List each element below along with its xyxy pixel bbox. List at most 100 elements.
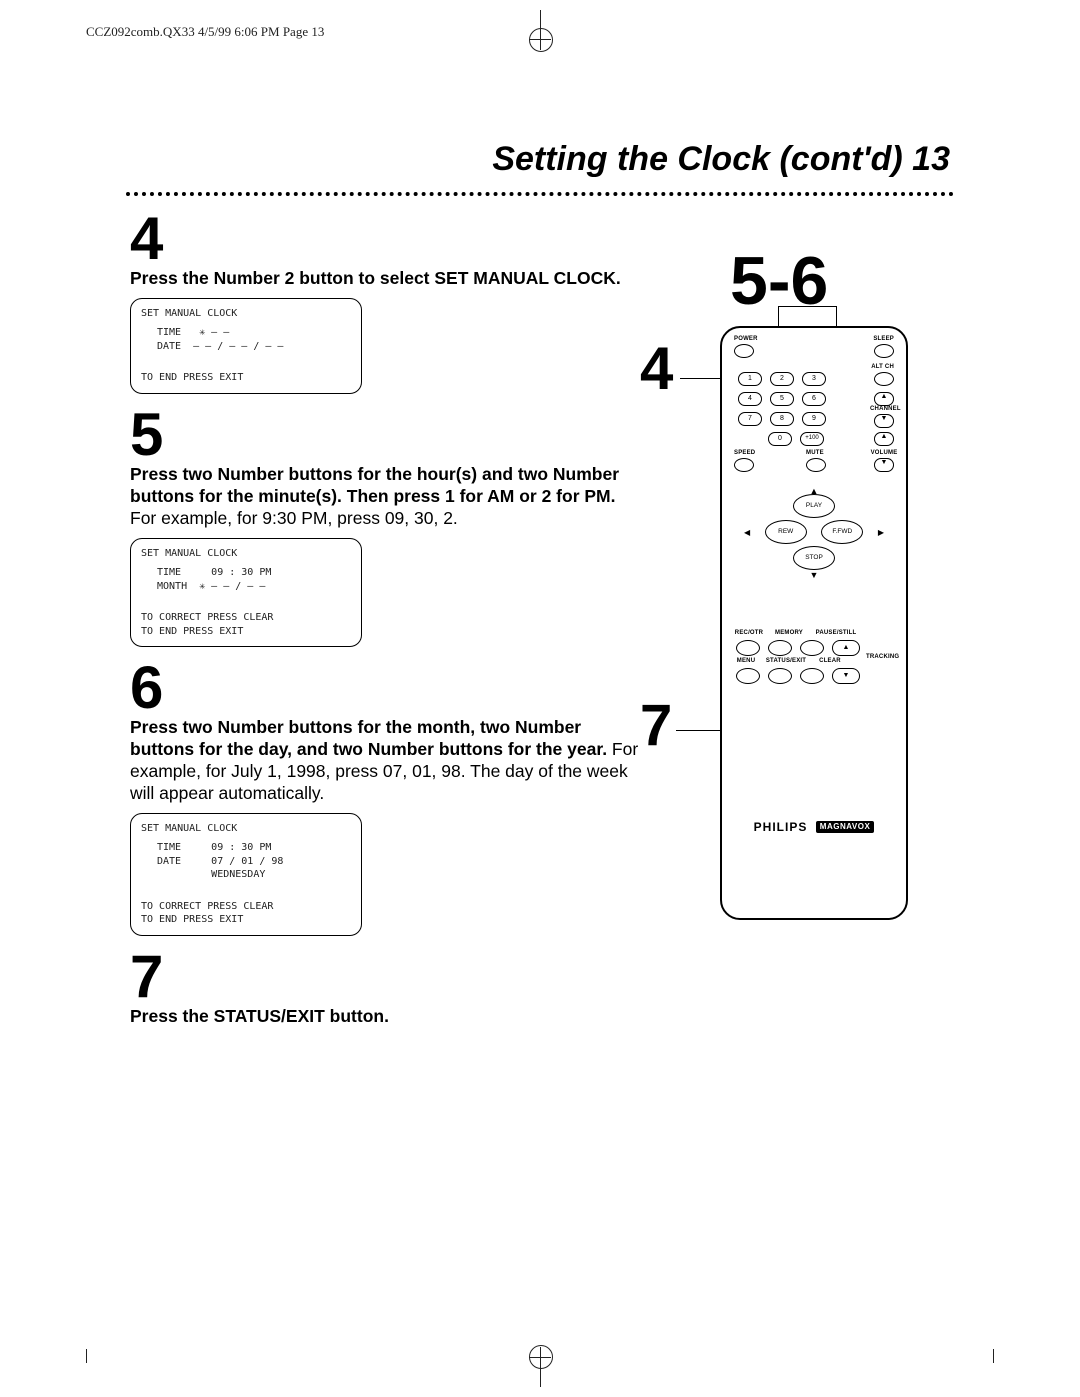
step-number: 5 <box>130 408 640 462</box>
lcd-title: SET MANUAL CLOCK <box>141 307 351 321</box>
left-arrow-icon: ◀ <box>744 528 750 537</box>
label-volume: VOLUME <box>870 450 898 456</box>
step-number: 4 <box>130 212 640 266</box>
play-button[interactable]: PLAY <box>793 494 835 518</box>
status-exit-button[interactable] <box>768 668 792 684</box>
label-mute: MUTE <box>806 450 824 456</box>
steps-column: 4 Press the Number 2 button to select SE… <box>130 212 640 1027</box>
sleep-button[interactable] <box>874 344 894 358</box>
num-8[interactable]: 8 <box>770 412 794 426</box>
step-instruction: Press two Number buttons for the month, … <box>130 717 640 805</box>
rew-button[interactable]: REW <box>765 520 807 544</box>
dotted-rule <box>126 192 954 196</box>
leader-line <box>778 306 836 307</box>
num-9[interactable]: 9 <box>802 412 826 426</box>
menu-button[interactable] <box>736 668 760 684</box>
remote-diagram: 4 5-6 7 POWER SLEEP ALT CH 1 2 3 4 5 <box>640 232 970 952</box>
num-2[interactable]: 2 <box>770 372 794 386</box>
callout-56: 5-6 <box>730 242 828 320</box>
num-row-4: 0 +100 <box>768 432 824 446</box>
label-statusexit: STATUS/EXIT <box>764 658 808 664</box>
power-button[interactable] <box>734 344 754 358</box>
num-5[interactable]: 5 <box>770 392 794 406</box>
crop-tick-left <box>86 1349 87 1363</box>
transport-cluster: ▲ PLAY ◀ REW F.FWD ▶ STOP ▼ <box>744 572 884 636</box>
crop-mark-top <box>531 10 549 54</box>
lcd-line: WEDNESDAY <box>141 868 351 882</box>
step-number: 6 <box>130 661 640 715</box>
lcd-line: TIME ✳ – – <box>141 326 351 340</box>
label-channel: CHANNEL <box>870 406 898 412</box>
lcd-line: TIME 09 : 30 PM <box>141 841 351 855</box>
step-bold: Press the Number 2 button to select SET … <box>130 268 621 288</box>
remote-control: POWER SLEEP ALT CH 1 2 3 4 5 6 ▲ CHANNEL… <box>720 326 908 920</box>
stop-button[interactable]: STOP <box>793 546 835 570</box>
mute-button[interactable] <box>806 458 826 472</box>
vol-down-button[interactable]: ▼ <box>874 458 894 472</box>
pause-still-button[interactable] <box>800 640 824 656</box>
num-6[interactable]: 6 <box>802 392 826 406</box>
num-4[interactable]: 4 <box>738 392 762 406</box>
label-tracking: TRACKING <box>866 654 898 660</box>
lcd-display-4: SET MANUAL CLOCK TIME ✳ – – DATE – – / –… <box>130 298 362 394</box>
label-speed: SPEED <box>734 450 755 456</box>
rec-otr-button[interactable] <box>736 640 760 656</box>
step-instruction: Press the Number 2 button to select SET … <box>130 268 640 290</box>
lcd-footer: TO CORRECT PRESS CLEAR TO END PRESS EXIT <box>141 611 351 638</box>
step-number: 7 <box>130 950 640 1004</box>
clear-button[interactable] <box>800 668 824 684</box>
step-5: 5 Press two Number buttons for the hour(… <box>130 408 640 647</box>
crop-mark-bottom <box>531 1343 549 1387</box>
num-1[interactable]: 1 <box>738 372 762 386</box>
num-row-3: 7 8 9 <box>738 412 826 426</box>
step-7: 7 Press the STATUS/EXIT button. <box>130 950 640 1028</box>
step-instruction: Press two Number buttons for the hour(s)… <box>130 464 640 530</box>
down-arrow-icon: ▼ <box>744 570 884 580</box>
tracking-down-button[interactable]: ▼ <box>832 668 860 684</box>
crop-tick-right <box>993 1349 994 1363</box>
channel-down-button[interactable]: ▼ <box>874 414 894 428</box>
alt-ch-button[interactable] <box>874 372 894 386</box>
callout-4: 4 <box>640 334 673 403</box>
label-recotr: REC/OTR <box>734 630 764 636</box>
channel-up-button[interactable]: ▲ <box>874 392 894 406</box>
step-bold: Press two Number buttons for the month, … <box>130 717 607 759</box>
step-rest: For example, for 9:30 PM, press 09, 30, … <box>130 508 458 528</box>
num-row-2: 4 5 6 <box>738 392 826 406</box>
plus100-button[interactable]: +100 <box>800 432 824 446</box>
tracking-up-button[interactable]: ▲ <box>832 640 860 656</box>
step-bold: Press the STATUS/EXIT button. <box>130 1006 389 1026</box>
memory-button[interactable] <box>768 640 792 656</box>
lcd-display-6: SET MANUAL CLOCK TIME 09 : 30 PM DATE 07… <box>130 813 362 936</box>
label-altch: ALT CH <box>871 364 894 370</box>
num-7[interactable]: 7 <box>738 412 762 426</box>
label-pausestill: PAUSE/STILL <box>814 630 858 636</box>
brand-magnavox: MAGNAVOX <box>816 821 875 833</box>
lcd-line: DATE – – / – – / – – <box>141 340 351 354</box>
callout-7: 7 <box>640 692 672 759</box>
lcd-line: MONTH ✳ – – / – – <box>141 580 351 594</box>
step-6: 6 Press two Number buttons for the month… <box>130 661 640 936</box>
lcd-line: TIME 09 : 30 PM <box>141 566 351 580</box>
num-3[interactable]: 3 <box>802 372 826 386</box>
step-4: 4 Press the Number 2 button to select SE… <box>130 212 640 394</box>
lcd-footer: TO END PRESS EXIT <box>141 371 351 385</box>
lcd-footer: TO CORRECT PRESS CLEAR TO END PRESS EXIT <box>141 900 351 927</box>
speed-button[interactable] <box>734 458 754 472</box>
lcd-line: DATE 07 / 01 / 98 <box>141 855 351 869</box>
num-row-1: 1 2 3 <box>738 372 826 386</box>
lcd-title: SET MANUAL CLOCK <box>141 822 351 836</box>
ffwd-button[interactable]: F.FWD <box>821 520 863 544</box>
brand-philips: PHILIPS <box>754 820 808 834</box>
label-memory: MEMORY <box>774 630 804 636</box>
lcd-display-5: SET MANUAL CLOCK TIME 09 : 30 PM MONTH ✳… <box>130 538 362 648</box>
step-bold: Press two Number buttons for the hour(s)… <box>130 464 619 506</box>
label-power: POWER <box>734 336 758 342</box>
label-menu: MENU <box>734 658 758 664</box>
num-0[interactable]: 0 <box>768 432 792 446</box>
brand-row: PHILIPS MAGNAVOX <box>722 818 906 836</box>
lcd-title: SET MANUAL CLOCK <box>141 547 351 561</box>
running-head: CCZ092comb.QX33 4/5/99 6:06 PM Page 13 <box>86 24 324 40</box>
vol-up-button[interactable]: ▲ <box>874 432 894 446</box>
right-arrow-icon: ▶ <box>878 528 884 537</box>
